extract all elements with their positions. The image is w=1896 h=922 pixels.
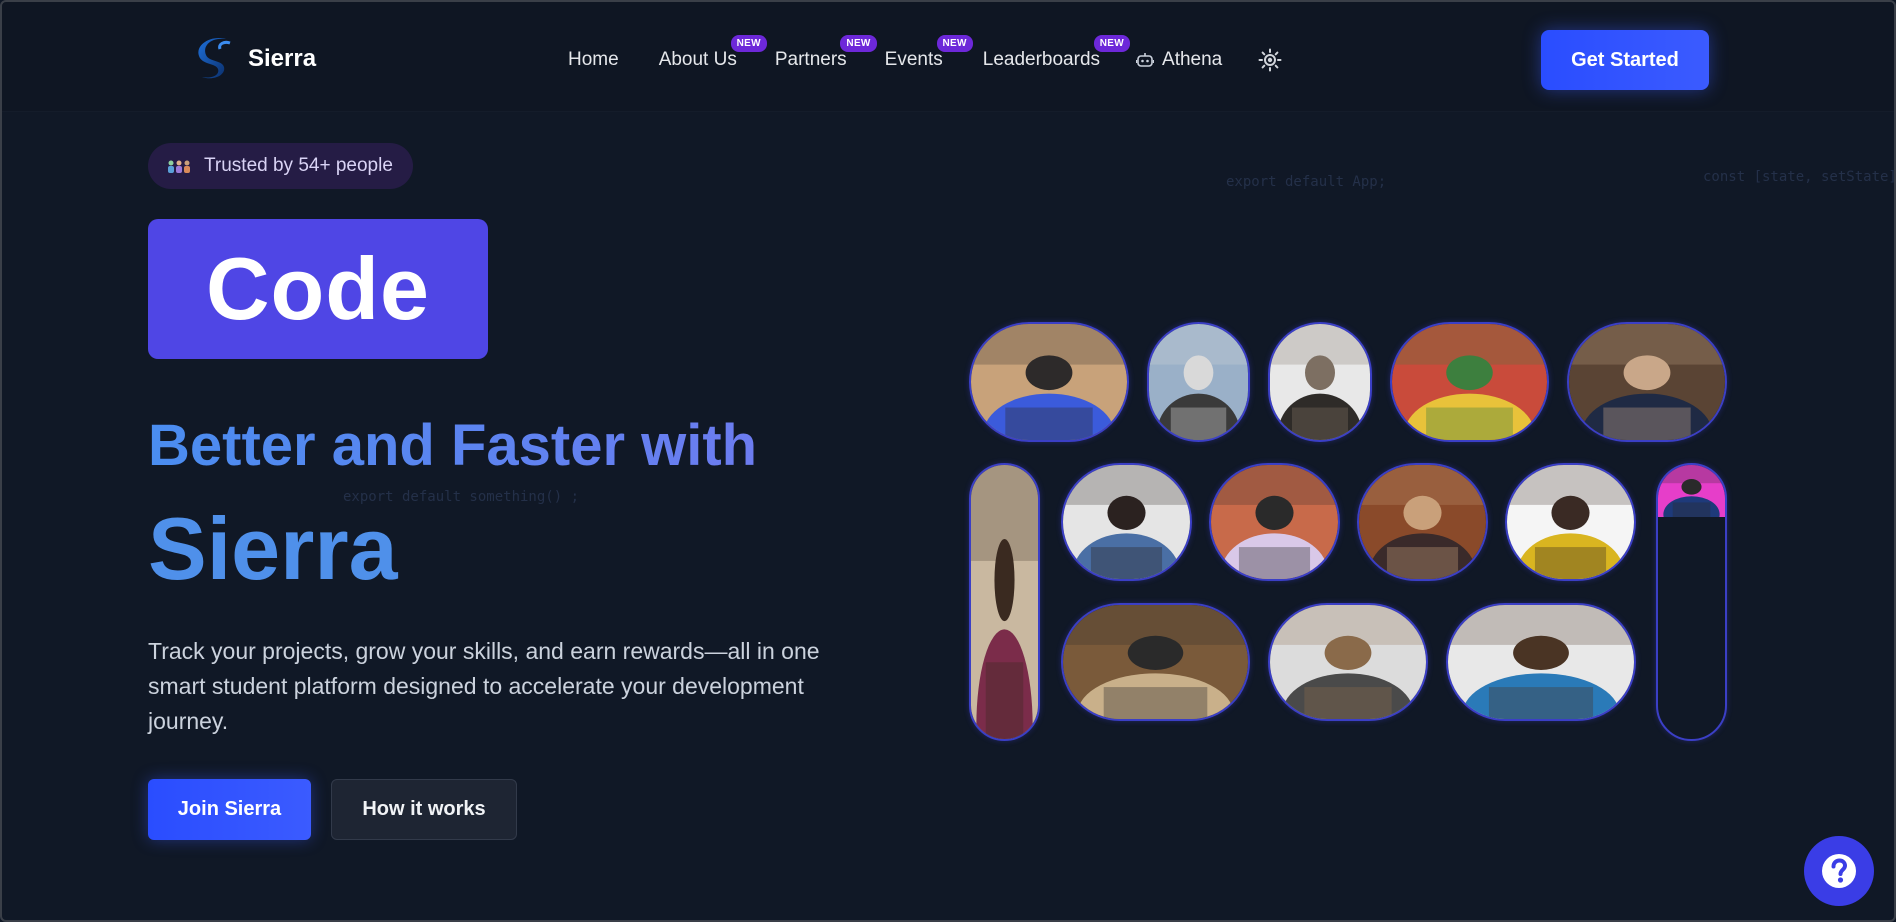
nav-link-label: Leaderboards: [982, 49, 1101, 70]
new-badge: NEW: [1093, 35, 1131, 52]
photo-group-cafe: [1357, 463, 1488, 581]
sierra-logo-icon: [198, 38, 231, 79]
brand-logo[interactable]: Sierra: [194, 35, 316, 83]
photo-student-desk: [1147, 322, 1250, 442]
get-started-button[interactable]: Get Started: [1541, 30, 1709, 90]
photo-student-laptop-hoodie: [969, 322, 1129, 442]
nav-link-about-us[interactable]: About Us NEW: [658, 35, 767, 71]
trusted-badge: Trusted by 54+ people: [148, 143, 413, 189]
nav-link-leaderboards[interactable]: Leaderboards NEW: [982, 35, 1131, 71]
photo-student-pink-partial: [1656, 463, 1727, 741]
nav-link-events[interactable]: Events NEW: [884, 35, 973, 71]
nav-link-label: Home: [568, 49, 619, 70]
photo-man-imac-glasses: [1268, 603, 1428, 721]
photo-student-portrait-office: [1567, 322, 1727, 442]
nav-links: Home About Us NEW Partners NEW Events NEW L…: [568, 35, 1282, 72]
question-icon: [1822, 854, 1856, 888]
new-badge: NEW: [840, 35, 877, 52]
nav-link-label: About Us: [658, 49, 737, 70]
nav-link-label: Athena: [1162, 49, 1223, 70]
trusted-text: Trusted by 54+ people: [204, 155, 393, 176]
code-word: Code: [206, 239, 430, 338]
top-navbar: Sierra Home About Us NEW Partners NEW Even…: [2, 2, 1894, 112]
photo-group-study-table: [1390, 322, 1549, 442]
robot-icon: [1136, 53, 1155, 67]
new-badge: NEW: [730, 35, 767, 52]
photo-student-tablet-smile: [1209, 463, 1340, 581]
people-icon: [168, 160, 190, 173]
nav-link-partners[interactable]: Partners NEW: [774, 35, 877, 71]
new-badge: NEW: [936, 35, 973, 52]
sun-icon[interactable]: [1258, 48, 1282, 72]
code-highlight-box: Code: [148, 219, 488, 359]
photo-boy-computer-library: [1061, 603, 1250, 721]
ghost-code-text: export default App;: [1226, 174, 1387, 190]
photo-student-headphones-tall: [969, 463, 1040, 741]
photo-student-books-yellow: [1505, 463, 1636, 581]
hero-description: Track your projects, grow your skills, a…: [148, 638, 820, 734]
help-button[interactable]: [1804, 836, 1874, 906]
brand-name: Sierra: [248, 45, 317, 72]
nav-link-home[interactable]: Home: [568, 49, 619, 71]
join-sierra-button[interactable]: Join Sierra: [148, 779, 311, 840]
nav-link-athena[interactable]: Athena: [1136, 49, 1222, 71]
how-it-works-button[interactable]: How it works: [331, 779, 517, 840]
photo-man-laptop-blue-shirt: [1446, 603, 1636, 721]
headline-line-2: Sierra: [148, 499, 398, 598]
photo-group-laptop: [1268, 322, 1372, 442]
ghost-code-text: const [state, setState] = us: [1703, 169, 1896, 185]
nav-link-label: Events: [884, 49, 943, 70]
photo-students-writing: [1061, 463, 1192, 581]
nav-link-label: Partners: [774, 49, 847, 70]
headline-line-1: Better and Faster with: [148, 413, 758, 478]
